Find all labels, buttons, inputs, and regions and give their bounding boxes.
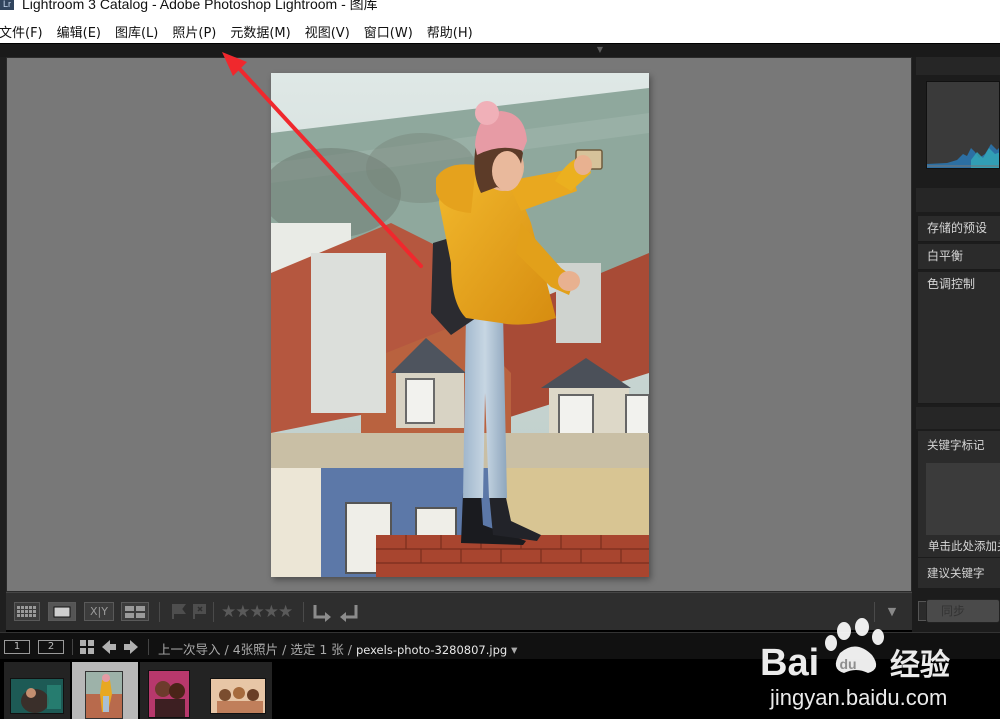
histogram (926, 81, 1000, 169)
watermark-paw-text: du (839, 656, 856, 672)
thumbnail-image[interactable] (210, 678, 266, 714)
secondary-monitor-button[interactable]: 2 (38, 640, 64, 654)
menu-file[interactable]: 文件(F) (0, 22, 49, 41)
lightroom-app-icon: Lr (0, 0, 14, 10)
loupe-view-button[interactable] (48, 602, 76, 621)
photo-image (271, 73, 649, 577)
rotate-right-icon[interactable] (338, 601, 360, 623)
path-separator: / (282, 642, 287, 657)
tone-control-row[interactable]: 色调控制 (918, 272, 1000, 404)
suggested-keywords-label: 建议关键字 (927, 566, 985, 580)
menu-bar: 文件(F) 编辑(E) 图库(L) 照片(P) 元数据(M) 视图(V) 窗口(… (0, 20, 1000, 43)
grid-view-button[interactable] (14, 602, 40, 621)
filmstrip-cell-selected[interactable] (72, 662, 138, 719)
watermark-brand-cn: 经验 (890, 648, 950, 683)
grid-icon (17, 605, 36, 617)
thumbnail-image[interactable] (85, 671, 123, 719)
survey-view-button[interactable] (121, 602, 149, 621)
primary-monitor-button[interactable]: 1 (4, 640, 30, 654)
filename: pexels-photo-3280807.jpg (355, 643, 508, 657)
window-title: Lightroom 3 Catalog - Adobe Photoshop Li… (22, 0, 378, 12)
white-balance-row[interactable]: 白平衡 (918, 244, 1000, 270)
path-separator: / (224, 642, 229, 657)
filmstrip-cell[interactable] (4, 662, 70, 719)
watermark-brand-en: Bai (760, 642, 819, 684)
filmstrip-cell[interactable] (140, 662, 206, 719)
top-panel-toggle-icon[interactable]: ▼ (594, 46, 606, 54)
header-divider (72, 639, 73, 655)
back-arrow-icon[interactable] (102, 640, 116, 654)
menu-view[interactable]: 视图(V) (305, 22, 356, 41)
grid-icon[interactable] (80, 640, 94, 654)
quick-develop-header[interactable] (916, 188, 1000, 212)
forward-arrow-icon[interactable] (124, 640, 138, 654)
rating-stars[interactable]: ★★★★★ (221, 602, 293, 622)
menu-metadata[interactable]: 元数据(M) (230, 22, 296, 41)
compare-view-button[interactable]: X|Y (84, 602, 114, 621)
menu-help[interactable]: 帮助(H) (427, 22, 479, 41)
watermark-url: jingyan.baidu.com (769, 685, 947, 710)
saved-preset-row[interactable]: 存储的预设 (918, 216, 1000, 242)
keyword-input-box[interactable] (926, 463, 1000, 535)
histogram-graph (927, 144, 999, 168)
rotate-left-icon[interactable] (311, 601, 333, 623)
filmstrip-source-path[interactable]: 上一次导入 / 4张照片 / 选定 1 张 / pexels-photo-328… (158, 639, 517, 658)
baidu-jingyan-watermark: Bai du 经验 jingyan.baidu.com (700, 609, 1000, 719)
photo-count: 4张照片 (232, 642, 279, 657)
thumbnail-image[interactable] (10, 678, 64, 714)
menu-library[interactable]: 图库(L) (115, 22, 164, 41)
keyword-placeholder[interactable]: 单击此处添加关 (928, 538, 1000, 554)
chevron-down-icon[interactable]: ▾ (511, 642, 517, 657)
loupe-icon (53, 606, 71, 617)
selected-count: 选定 1 张 (290, 642, 344, 657)
title-bar: Lr Lightroom 3 Catalog - Adobe Photoshop… (0, 0, 1000, 20)
header-divider (148, 639, 149, 655)
compare-view-label: X|Y (90, 605, 108, 618)
menu-photo[interactable]: 照片(P) (172, 22, 222, 41)
baidu-logo: Bai du 经验 jingyan.baidu.com (760, 618, 950, 710)
histogram-header (916, 57, 1000, 75)
suggested-keywords-row[interactable]: 建议关键字 (918, 558, 1000, 588)
toolbar-divider (159, 602, 160, 622)
menu-edit[interactable]: 编辑(E) (57, 22, 107, 41)
path-separator: / (347, 642, 352, 657)
menu-window[interactable]: 窗口(W) (364, 22, 419, 41)
keywording-header[interactable] (916, 407, 1000, 429)
survey-icon (125, 605, 145, 618)
pick-flag-icon[interactable] (171, 603, 187, 620)
source-label: 上一次导入 (158, 642, 221, 657)
thumbnail-image[interactable] (148, 670, 190, 718)
reject-flag-icon[interactable] (192, 603, 208, 620)
keyword-tags-row: 关键字标记 (918, 431, 1000, 457)
loupe-canvas (6, 57, 912, 592)
top-panel-strip: ▼ (0, 43, 1000, 57)
toolbar-divider (213, 602, 214, 622)
keywording-label: 关键字标记 (927, 438, 985, 452)
toolbar-divider (303, 602, 304, 622)
right-panel: 存储的预设 白平衡 色调控制 关键字标记 单击此处添加关 建议关键字 同步 (912, 57, 1000, 632)
filmstrip-cell[interactable] (206, 662, 272, 719)
main-photo[interactable] (271, 73, 649, 577)
